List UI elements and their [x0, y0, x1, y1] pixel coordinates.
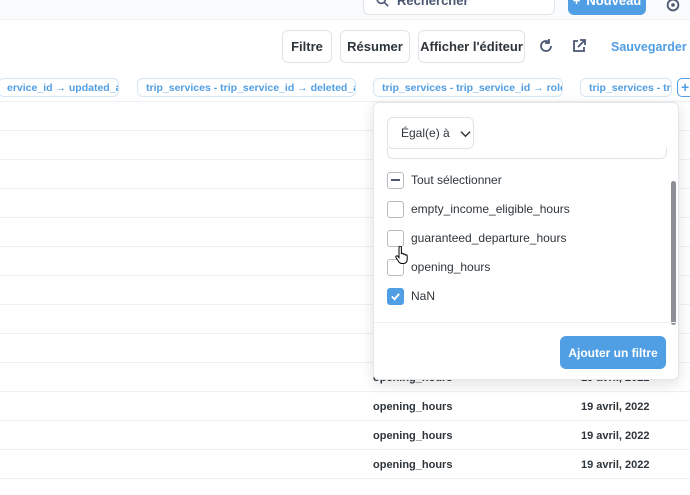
new-button-label: Nouveau — [586, 0, 642, 8]
column-pill[interactable]: trip_services - trip_service_id → delete… — [137, 78, 356, 97]
role-cell[interactable]: opening_hours — [373, 430, 452, 442]
new-button[interactable]: + Nouveau — [568, 0, 646, 15]
option-label: guaranteed_departure_hours — [411, 231, 567, 245]
save-link[interactable]: Sauvegarder — [611, 40, 687, 54]
plus-icon: + — [572, 0, 581, 8]
option-label: opening_hours — [411, 260, 491, 274]
select-all-checkbox[interactable] — [387, 171, 404, 189]
top-nav-bar: Rechercher + Nouveau — [0, 0, 690, 20]
column-header-row: ervice_id → updated_at trip_services - t… — [0, 74, 690, 102]
filter-button-label: Filtre — [291, 39, 323, 54]
column-pill[interactable]: ervice_id → updated_at — [0, 78, 119, 97]
search-icon — [376, 0, 389, 7]
divider — [374, 322, 678, 323]
option-label: NaN — [411, 289, 436, 303]
option-checkbox[interactable] — [387, 229, 404, 247]
table-row: opening_hours 19 avril, 2022 — [0, 450, 690, 479]
column-pill-label: trip_services - trip_service_id → delete… — [146, 81, 356, 94]
date-cell[interactable]: 19 avril, 2022 — [581, 430, 650, 442]
search-input[interactable]: Rechercher — [363, 0, 555, 15]
date-cell[interactable]: 19 avril, 2022 — [581, 459, 650, 471]
show-editor-button[interactable]: Afficher l'éditeur — [418, 30, 525, 63]
option-checkbox[interactable] — [387, 200, 404, 218]
column-pill[interactable]: trip_services - trip_service_id → role — [373, 78, 563, 97]
filter-option[interactable]: guaranteed_departure_hours — [387, 229, 566, 247]
column-pill-label: ervice_id → updated_at — [7, 81, 119, 94]
select-all-label: Tout sélectionner — [411, 173, 502, 187]
scrollbar[interactable] — [671, 181, 676, 325]
filter-option[interactable]: NaN — [387, 287, 435, 305]
role-cell[interactable]: opening_hours — [373, 459, 452, 471]
operator-select[interactable]: Égal(e) à — [387, 117, 474, 149]
option-search-input[interactable] — [387, 147, 667, 159]
option-checkbox[interactable] — [387, 287, 404, 305]
gear-icon[interactable] — [664, 0, 682, 14]
summarize-button[interactable]: Résumer — [340, 30, 410, 63]
date-cell[interactable]: 19 avril, 2022 — [581, 401, 650, 413]
table-row: opening_hours 19 avril, 2022 — [0, 392, 690, 421]
summarize-button-label: Résumer — [347, 39, 403, 54]
select-all-option[interactable]: Tout sélectionner — [387, 171, 502, 189]
add-filter-label: Ajouter un filtre — [568, 345, 658, 360]
add-filter-button[interactable]: Ajouter un filtre — [560, 336, 666, 369]
refresh-icon[interactable] — [538, 38, 554, 54]
hand-cursor-icon — [395, 246, 408, 264]
checkmark-icon — [391, 292, 400, 301]
show-editor-label: Afficher l'éditeur — [420, 39, 523, 54]
column-pill[interactable]: trip_services - trip_s — [580, 78, 672, 97]
table-row: opening_hours 19 avril, 2022 — [0, 421, 690, 450]
role-cell[interactable]: opening_hours — [373, 401, 452, 413]
chevron-down-icon — [460, 130, 471, 137]
filter-popover: Égal(e) à Tout sélectionner empty_income… — [373, 102, 679, 380]
filter-button[interactable]: Filtre — [282, 30, 332, 63]
add-column-button[interactable]: + — [677, 78, 690, 97]
search-placeholder: Rechercher — [397, 0, 469, 8]
option-label: empty_income_eligible_hours — [411, 202, 570, 216]
filter-option[interactable]: empty_income_eligible_hours — [387, 200, 570, 218]
external-link-icon[interactable] — [571, 38, 587, 54]
operator-label: Égal(e) à — [401, 126, 450, 140]
column-pill-label: trip_services - trip_service_id → role — [382, 81, 563, 94]
column-pill-label: trip_services - trip_s — [589, 81, 671, 94]
